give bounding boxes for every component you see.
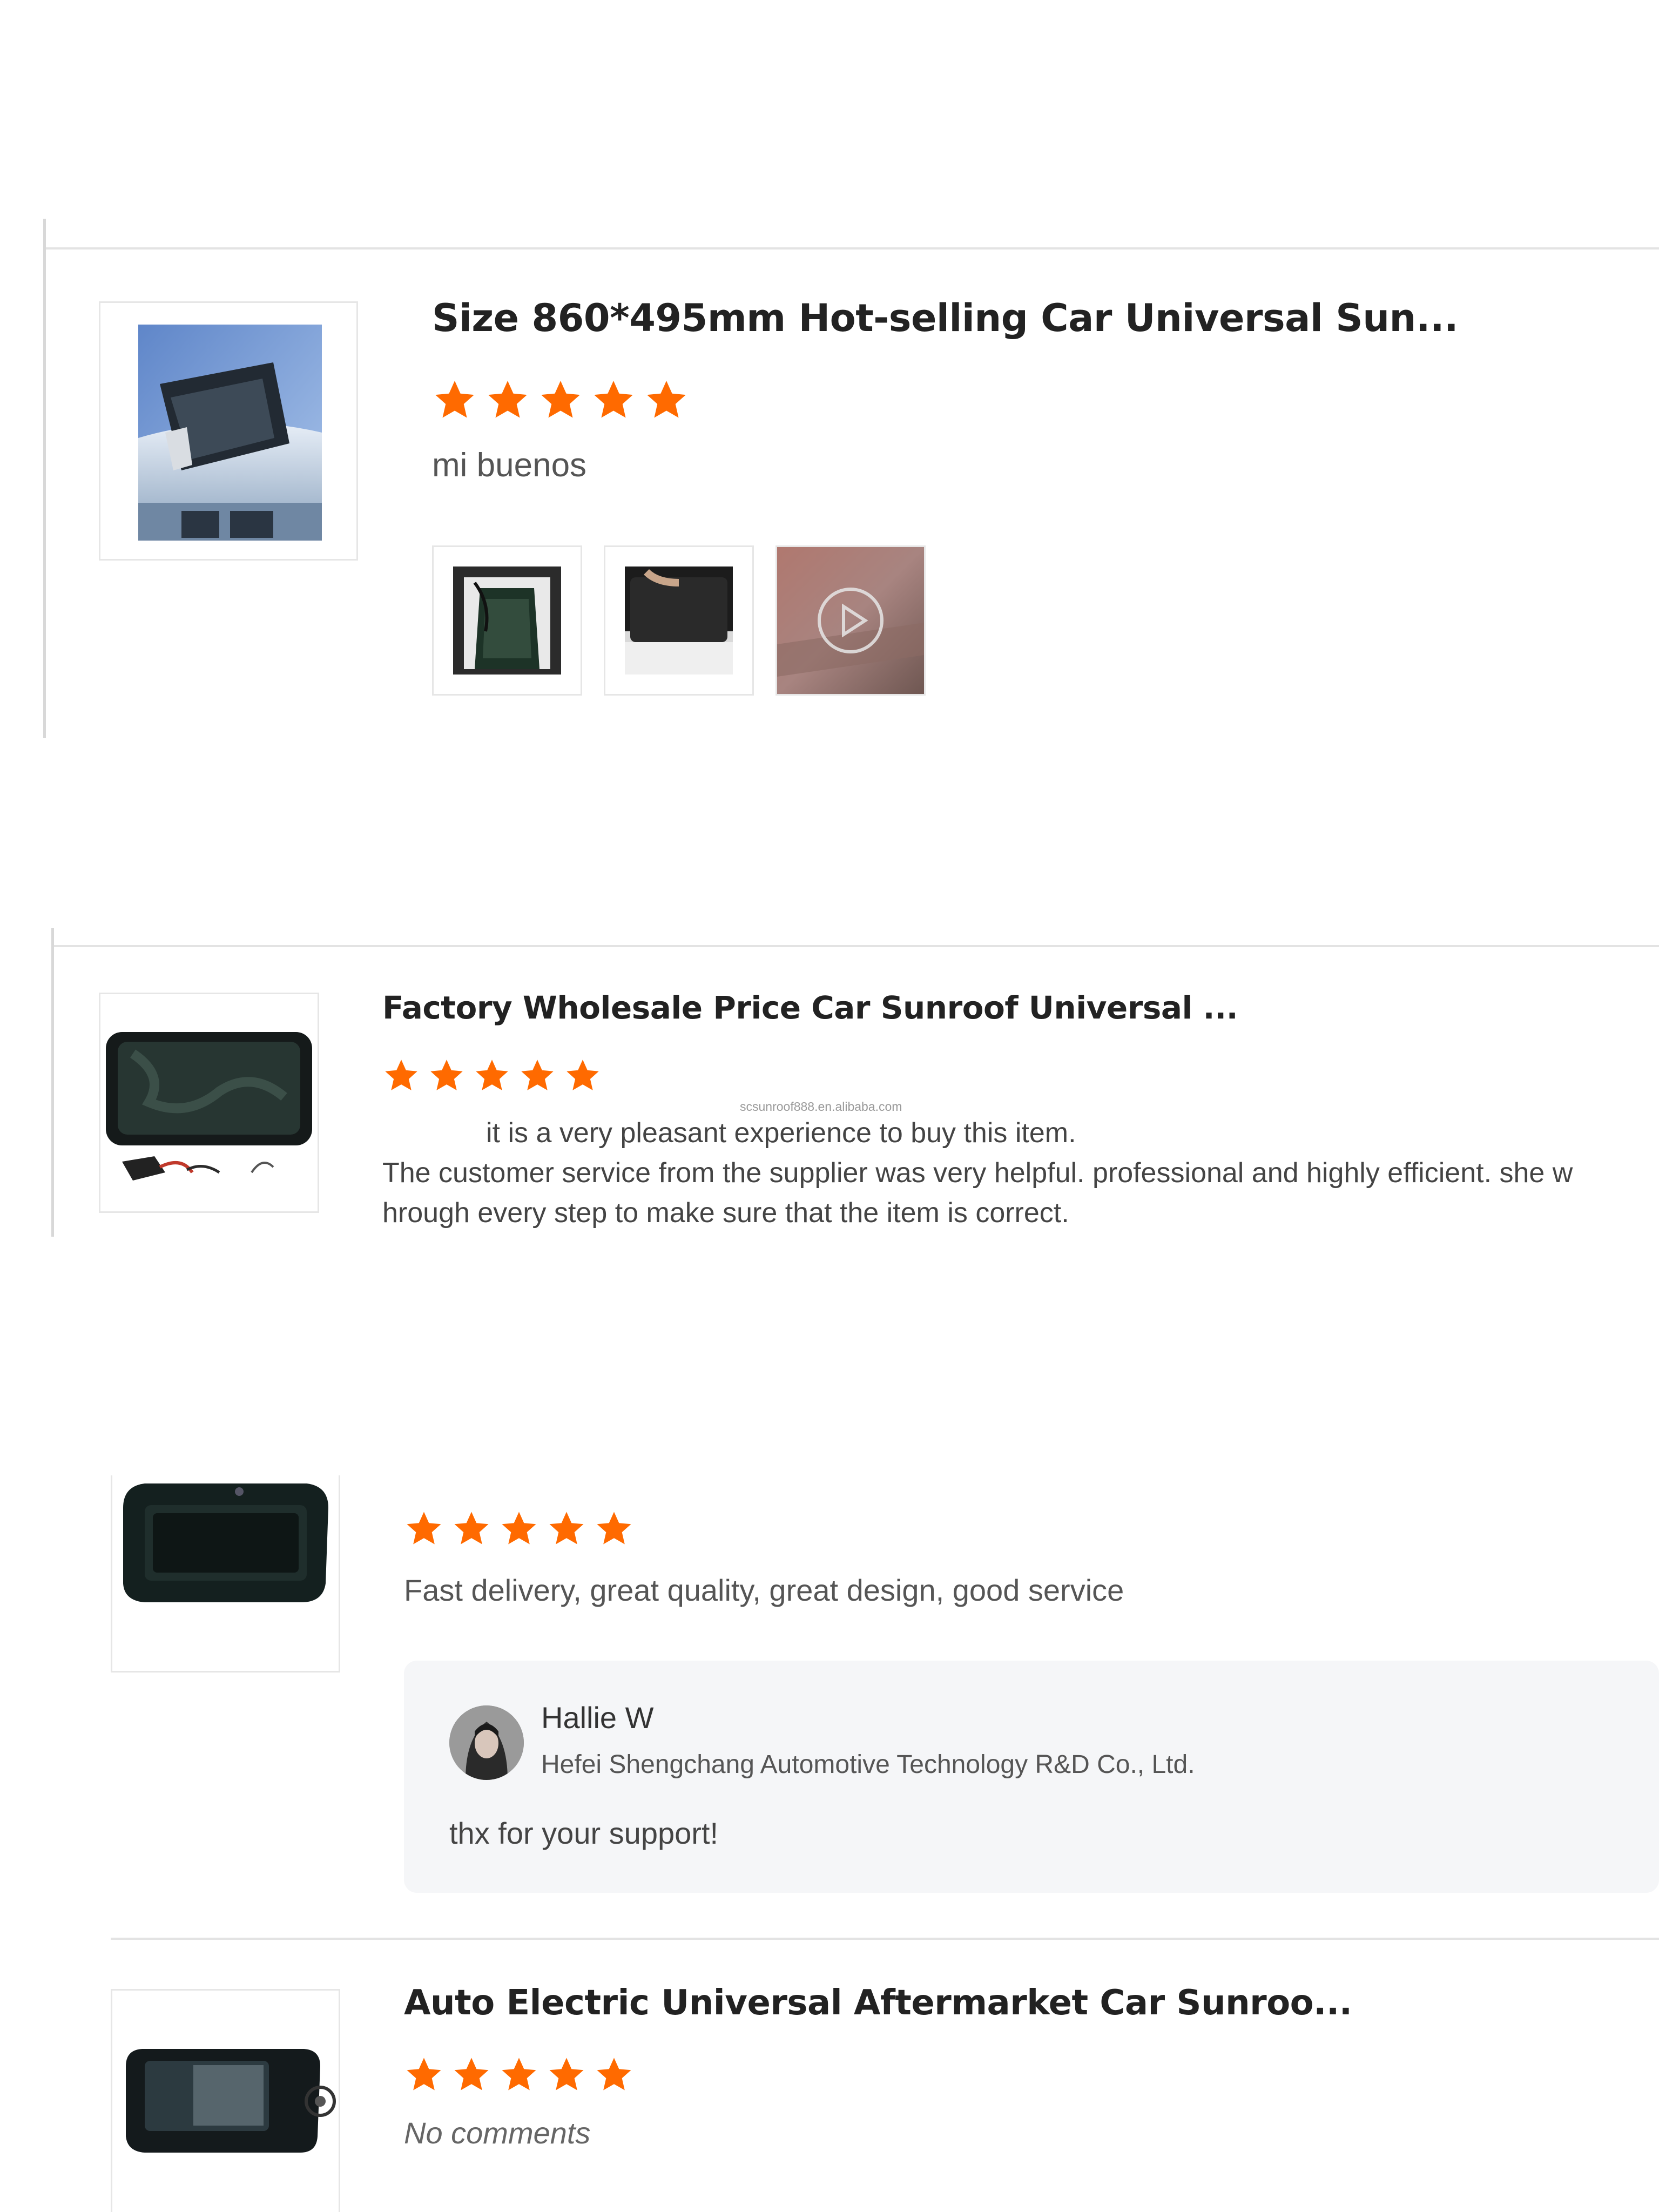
star-icon: [407, 2058, 441, 2090]
sunroof-car-image: [138, 325, 322, 541]
star-icon: [502, 2058, 536, 2090]
review-comment: No comments: [404, 2116, 591, 2150]
section-divider: [46, 247, 1659, 249]
star-icon: [597, 1512, 631, 1545]
star-icon: [567, 1060, 599, 1090]
product-thumbnail[interactable]: [111, 1989, 340, 2212]
star-icon: [549, 1512, 584, 1545]
star-icon: [597, 2058, 631, 2090]
reply-author-name: Hallie W: [541, 1701, 654, 1735]
product-thumbnail[interactable]: [111, 1475, 340, 1673]
star-icon: [647, 381, 686, 418]
star-icon: [521, 1060, 554, 1090]
star-icon: [541, 381, 580, 418]
review-photo-thumbnail[interactable]: [432, 545, 582, 696]
section-divider: [111, 1938, 1659, 1940]
star-rating: [404, 1509, 634, 1548]
product-title-link[interactable]: Factory Wholesale Price Car Sunroof Univ…: [382, 989, 1238, 1026]
review-photo-thumbnail[interactable]: [604, 545, 754, 696]
avatar: [449, 1705, 524, 1780]
photo-image: [625, 567, 733, 675]
star-rating: [382, 1057, 602, 1094]
store-watermark: scsunroof888.en.alibaba.com: [740, 1100, 902, 1114]
play-icon: [818, 588, 884, 653]
product-title-link[interactable]: Size 860*495mm Hot-selling Car Universal…: [432, 296, 1459, 340]
star-icon: [454, 1512, 489, 1545]
product-thumbnail[interactable]: [99, 301, 358, 561]
star-icon: [435, 381, 474, 418]
sunroof-frame-image: [123, 1483, 328, 1602]
star-icon: [454, 2058, 489, 2090]
section-border-left: [43, 219, 46, 738]
review-comment-line: The customer service from the supplier w…: [382, 1157, 1573, 1189]
reply-text: thx for your support!: [449, 1816, 719, 1850]
star-icon: [407, 1512, 441, 1545]
star-icon: [476, 1060, 508, 1090]
sunroof-panel-image: [106, 1032, 312, 1181]
star-icon: [430, 1060, 463, 1090]
product-title-link[interactable]: Auto Electric Universal Aftermarket Car …: [404, 1983, 1352, 2023]
star-icon: [549, 2058, 584, 2090]
review-video-thumbnail[interactable]: [775, 545, 926, 696]
avatar-image: [449, 1705, 524, 1780]
review-comment: mi buenos: [432, 447, 587, 484]
star-icon: [385, 1060, 417, 1090]
star-icon: [488, 381, 527, 418]
sunroof-panel-image: [126, 2049, 336, 2153]
star-rating: [432, 378, 689, 422]
review-comment-line: hrough every step to make sure that the …: [382, 1197, 1069, 1229]
star-icon: [502, 1512, 536, 1545]
reply-company-name: Hefei Shengchang Automotive Technology R…: [541, 1750, 1195, 1779]
star-rating: [404, 2055, 634, 2094]
review-comment: Fast delivery, great quality, great desi…: [404, 1573, 1124, 1607]
product-thumbnail[interactable]: [99, 993, 319, 1213]
section-divider: [54, 945, 1659, 947]
photo-image: [453, 567, 561, 675]
section-border-left: [51, 928, 54, 1237]
review-comment-line: it is a very pleasant experience to buy …: [486, 1117, 1076, 1149]
star-icon: [594, 381, 633, 418]
